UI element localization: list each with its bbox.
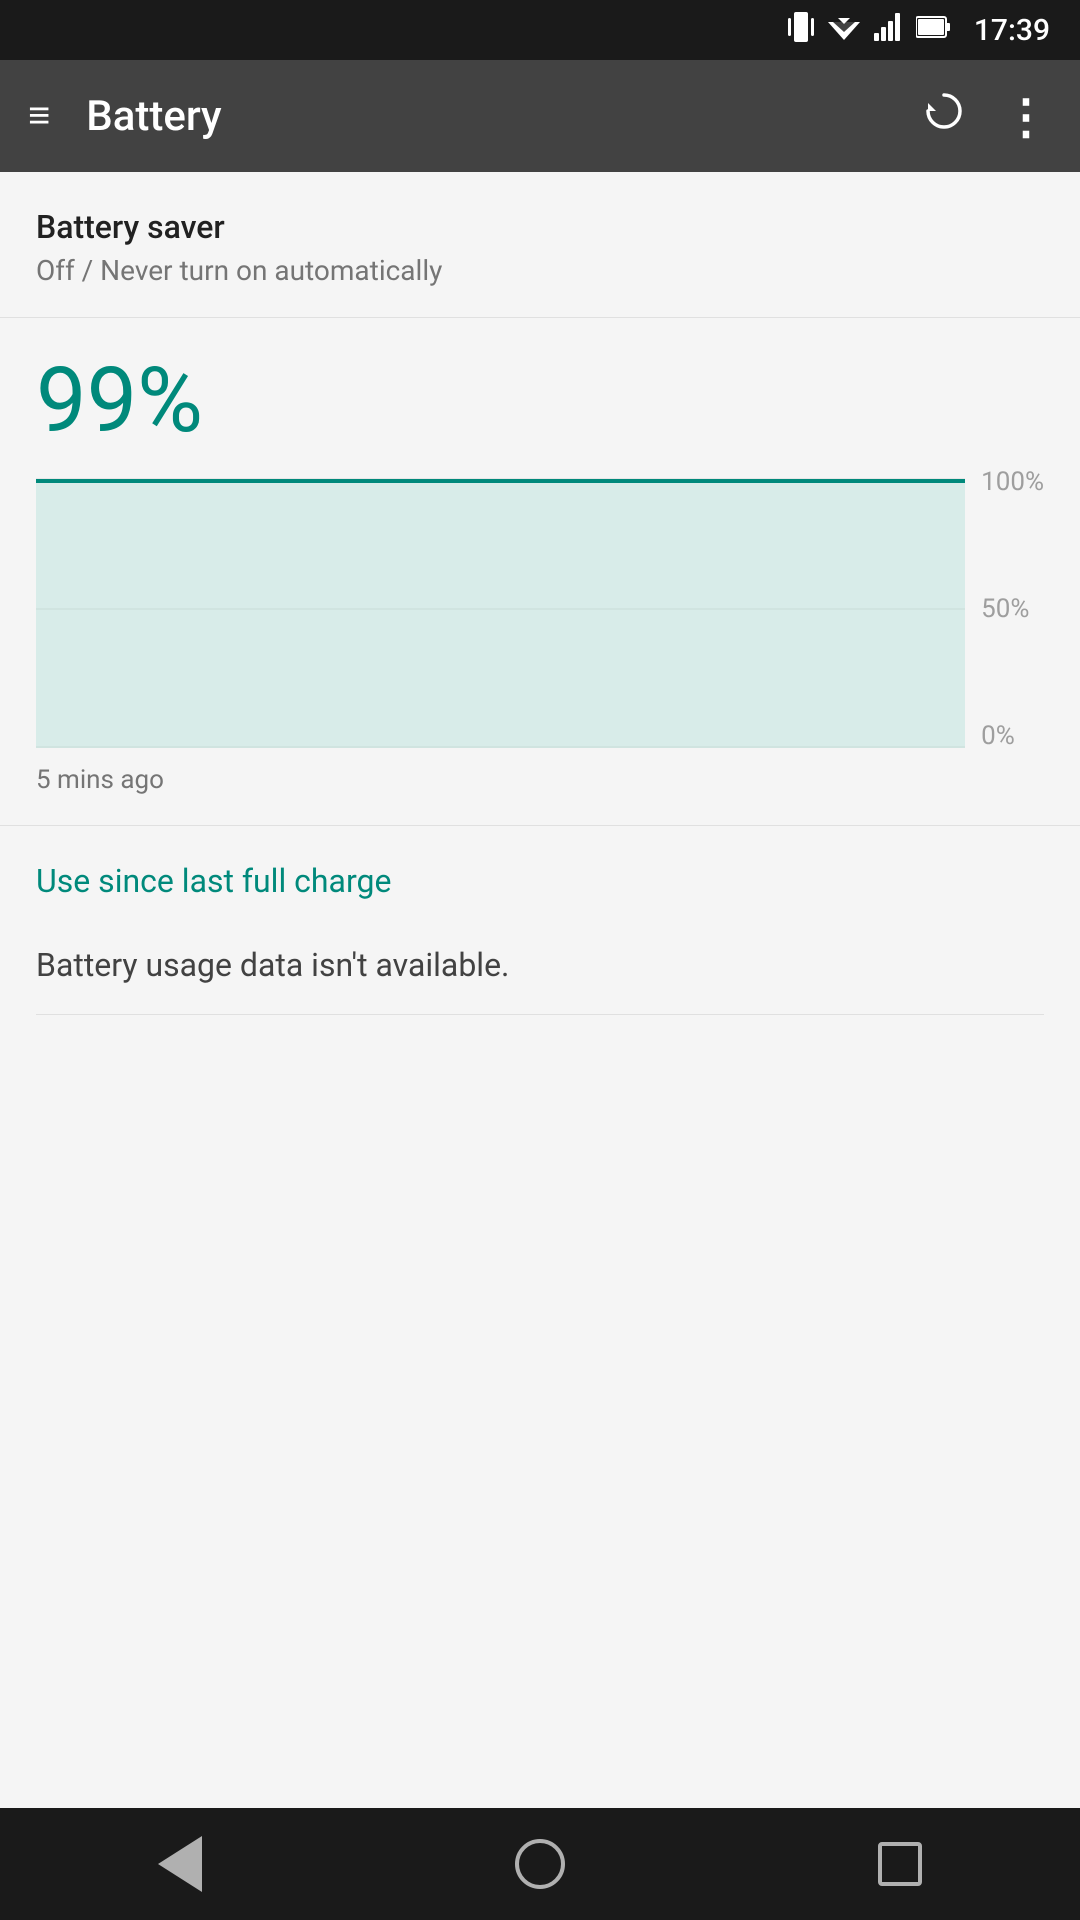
chart-label-50: 50%	[981, 596, 1044, 622]
nav-bar	[0, 1808, 1080, 1920]
battery-chart-container: 100% 50% 0%	[0, 469, 1080, 749]
use-since-section[interactable]: Use since last full charge	[0, 826, 1080, 936]
recents-button[interactable]	[860, 1824, 940, 1904]
page-title: Battery	[86, 92, 922, 141]
battery-chart-svg	[36, 469, 965, 749]
home-circle-icon	[515, 1839, 565, 1889]
app-bar: ≡ Battery ⋮	[0, 60, 1080, 172]
recents-square-icon	[878, 1842, 922, 1886]
battery-usage-section: Battery usage data isn't available.	[0, 936, 1080, 1051]
chart-wrapper: 100% 50% 0%	[36, 469, 1044, 749]
battery-saver-title: Battery saver	[36, 208, 1044, 246]
battery-chart	[36, 469, 965, 749]
menu-icon[interactable]: ≡	[28, 94, 50, 138]
wifi-icon	[828, 14, 860, 47]
status-bar: 17:39	[0, 0, 1080, 60]
home-button[interactable]	[500, 1824, 580, 1904]
use-since-link[interactable]: Use since last full charge	[36, 862, 391, 900]
chart-label-0: 0%	[981, 723, 1044, 749]
battery-usage-text: Battery usage data isn't available.	[36, 946, 1044, 984]
usage-divider	[36, 1014, 1044, 1015]
battery-percentage-value: 99%	[36, 348, 1044, 453]
chart-time-ago: 5 mins ago	[0, 749, 1080, 825]
refresh-icon[interactable]	[922, 89, 966, 144]
battery-saver-section[interactable]: Battery saver Off / Never turn on automa…	[0, 172, 1080, 318]
battery-percentage-section: 99%	[0, 318, 1080, 453]
chart-y-labels: 100% 50% 0%	[965, 469, 1044, 749]
battery-status-icon	[916, 14, 950, 47]
status-time: 17:39	[974, 13, 1050, 48]
more-options-icon[interactable]: ⋮	[1002, 88, 1052, 145]
battery-saver-subtitle: Off / Never turn on automatically	[36, 254, 1044, 287]
back-button[interactable]	[140, 1824, 220, 1904]
content-area: Battery saver Off / Never turn on automa…	[0, 172, 1080, 1808]
vibrate-icon	[788, 12, 814, 49]
back-triangle-icon	[158, 1836, 202, 1892]
app-bar-actions: ⋮	[922, 88, 1052, 145]
signal-icon	[874, 13, 902, 48]
status-icons: 17:39	[788, 12, 1050, 49]
chart-label-100: 100%	[981, 469, 1044, 495]
